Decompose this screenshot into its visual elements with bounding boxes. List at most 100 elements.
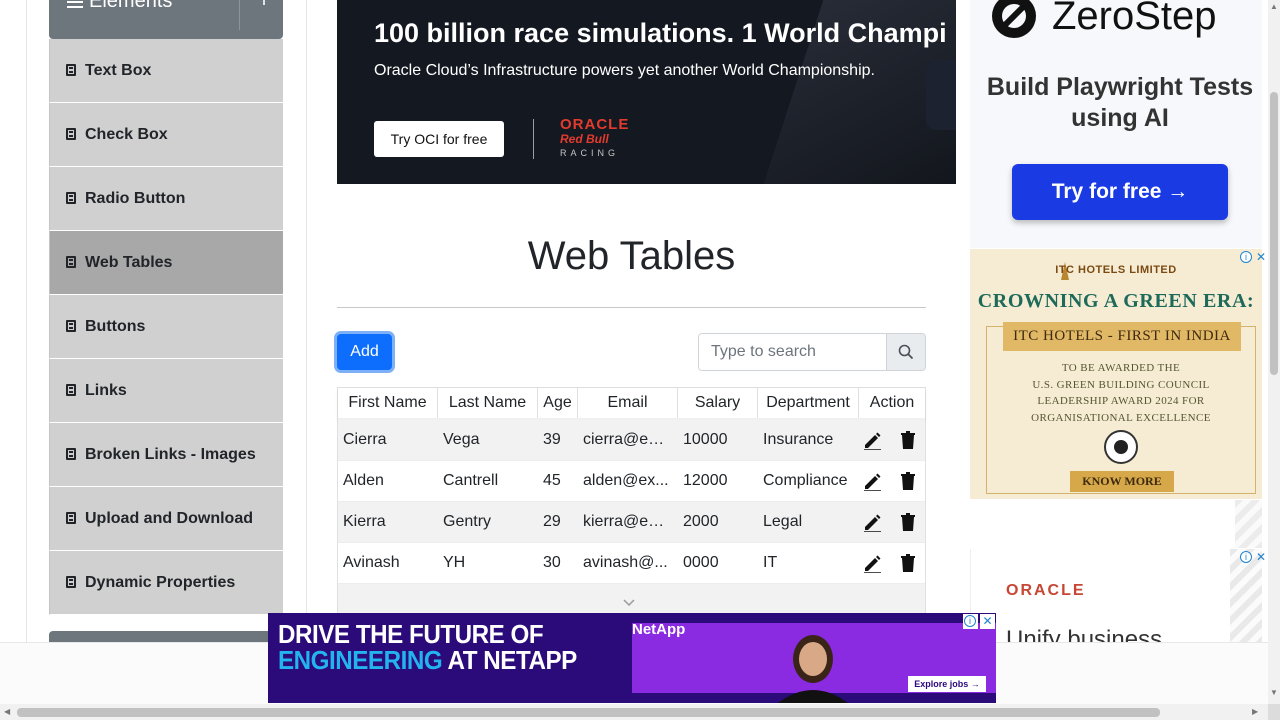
edit-pencil-icon[interactable] — [862, 553, 882, 573]
oracle-logo: ORACLE — [1006, 582, 1086, 599]
ad-brand-oracle: ORACLE — [560, 116, 630, 133]
elements-group-header[interactable]: Elements — [49, 0, 283, 39]
itc-know-more-button[interactable]: KNOW MORE — [1070, 471, 1174, 492]
sidebar-item-dynamic-properties[interactable]: Dynamic Properties — [49, 551, 283, 615]
race-car-image — [926, 60, 956, 130]
cell-email-text: cierra@ex... — [583, 431, 669, 448]
cell-salary: 12000 — [683, 472, 728, 489]
cell-age: 45 — [543, 472, 561, 489]
delete-trash-icon[interactable] — [898, 512, 918, 532]
itc-line: U.S. GREEN BUILDING COUNCIL — [1032, 378, 1210, 391]
sidebar-item-text-box[interactable]: Text Box — [49, 39, 283, 103]
ad-close-icon[interactable]: ✕ — [1256, 250, 1266, 264]
zerostep-tagline: Build Playwright Tests using AI — [986, 73, 1254, 132]
itc-line: ORGANISATIONAL EXCELLENCE — [1031, 411, 1211, 424]
vertical-scrollbar[interactable]: ▲ ▼ — [1268, 0, 1280, 704]
top-banner-ad[interactable]: 100 billion race simulations. 1 World Ch… — [337, 0, 956, 184]
zerostep-cta-button[interactable]: Try for free → — [1012, 164, 1228, 220]
adchoices-icon[interactable]: i — [1240, 551, 1252, 563]
table-row: Avinash YH 30 avinash@... 0000 IT — [338, 543, 925, 584]
horizontal-scrollbar[interactable]: ◀ ▶ — [0, 704, 1268, 720]
itc-company: ITC HOTELS LIMITED — [1055, 264, 1177, 276]
cell-salary: 2000 — [683, 513, 719, 530]
scroll-right-arrow-icon[interactable]: ▶ — [1252, 707, 1258, 716]
edit-pencil-icon[interactable] — [862, 512, 882, 532]
sidebar-item-upload-download[interactable]: Upload and Download — [49, 487, 283, 551]
collapse-arrow-icon[interactable] — [257, 0, 271, 11]
ad-close-icon[interactable]: ✕ — [980, 614, 995, 629]
add-button[interactable]: Add — [337, 334, 392, 370]
sidebar-item-label: Text Box — [85, 61, 152, 79]
list-icon — [66, 64, 78, 77]
sidebar-item-radio-button[interactable]: Radio Button — [49, 167, 283, 231]
ad-brand-racing: RACING — [560, 148, 620, 158]
explore-jobs-button[interactable]: Explore jobs → — [908, 676, 986, 692]
vertical-scroll-thumb[interactable] — [1270, 92, 1278, 375]
itc-line: LEADERSHIP AWARD 2024 FOR — [1037, 395, 1205, 407]
sidebar-item-buttons[interactable]: Buttons — [49, 295, 283, 359]
adchoices-icon[interactable]: i — [963, 614, 978, 629]
edit-pencil-icon[interactable] — [862, 430, 882, 450]
cell-email-text: kierra@ex... — [583, 513, 669, 530]
group-title: Elements — [89, 0, 173, 12]
table-row: Cierra Vega 39 cierra@ex... 10000 Insura… — [338, 420, 925, 461]
delete-trash-icon[interactable] — [898, 553, 918, 573]
column-header-age[interactable]: Age — [538, 388, 578, 418]
cell-department: Legal — [763, 513, 803, 530]
cell-last-name: YH — [443, 554, 466, 571]
cell-age: 30 — [543, 554, 561, 571]
column-header-email[interactable]: Email — [578, 388, 678, 418]
sidebar-item-web-tables[interactable]: Web Tables — [49, 231, 283, 295]
list-icon — [66, 128, 78, 141]
sidebar-item-links[interactable]: Links — [49, 359, 283, 423]
ad-brand-redbull: Red Bull — [560, 132, 609, 146]
page: Elements Text Box Check Box Radio Button… — [0, 0, 1280, 720]
scroll-down-arrow-icon[interactable]: ▼ — [1270, 688, 1278, 697]
search-box — [698, 333, 926, 371]
sidebar-divider — [306, 0, 307, 642]
menu-icon — [67, 0, 83, 10]
list-icon — [66, 448, 78, 461]
sidebar-item-label: Check Box — [85, 125, 168, 143]
column-header-first-name[interactable]: First Name — [338, 388, 438, 418]
chevron-down-icon[interactable] — [622, 598, 636, 608]
netapp-logo: NetApp — [632, 621, 686, 638]
horizontal-scroll-thumb[interactable] — [17, 708, 1160, 717]
column-header-salary[interactable]: Salary — [678, 388, 758, 418]
cell-age: 39 — [543, 431, 561, 448]
ad-placeholder-stripes — [1235, 500, 1262, 548]
ad-divider — [533, 119, 534, 159]
search-input[interactable] — [699, 334, 886, 370]
delete-trash-icon[interactable] — [898, 471, 918, 491]
list-icon — [66, 384, 78, 397]
netapp-highlight: ENGINEERING — [278, 645, 443, 675]
edit-pencil-icon[interactable] — [862, 471, 882, 491]
cell-first-name: Cierra — [343, 431, 387, 448]
column-header-department[interactable]: Department — [758, 388, 859, 418]
ad-close-icon[interactable]: ✕ — [1256, 550, 1266, 564]
sidebar-item-check-box[interactable]: Check Box — [49, 103, 283, 167]
table-row: Kierra Gentry 29 kierra@ex... 2000 Legal — [338, 502, 925, 543]
cell-email-text: alden@ex... — [583, 472, 669, 489]
cell-email: avinash@... — [578, 543, 678, 583]
ad-cta-button[interactable]: Try OCI for free — [374, 121, 504, 157]
left-border — [26, 0, 27, 642]
zerostep-logo-icon — [992, 0, 1036, 38]
scroll-left-arrow-icon[interactable]: ◀ — [4, 707, 10, 716]
sidebar-menu: Text Box Check Box Radio Button Web Tabl… — [49, 39, 283, 615]
page-title: Web Tables — [527, 234, 736, 278]
sidebar-item-broken-links[interactable]: Broken Links - Images — [49, 423, 283, 487]
delete-trash-icon[interactable] — [898, 430, 918, 450]
table-header: First Name Last Name Age Email Salary De… — [338, 388, 925, 420]
search-icon[interactable] — [886, 334, 925, 370]
sidebar-item-label: Buttons — [85, 317, 146, 335]
itc-headline: CROWNING A GREEN ERA: — [977, 290, 1255, 312]
column-header-last-name[interactable]: Last Name — [438, 388, 538, 418]
adchoices-icon[interactable]: i — [1240, 251, 1252, 263]
cell-email: cierra@ex... — [578, 420, 678, 460]
netapp-headline-rest: AT NETAPP — [442, 645, 578, 675]
scroll-up-arrow-icon[interactable]: ▲ — [1270, 2, 1278, 11]
netapp-banner-ad[interactable]: DRIVE THE FUTURE OF ENGINEERING AT NETAP… — [268, 613, 996, 703]
adchoices-glyph: i — [964, 615, 976, 627]
cell-actions — [859, 420, 925, 460]
